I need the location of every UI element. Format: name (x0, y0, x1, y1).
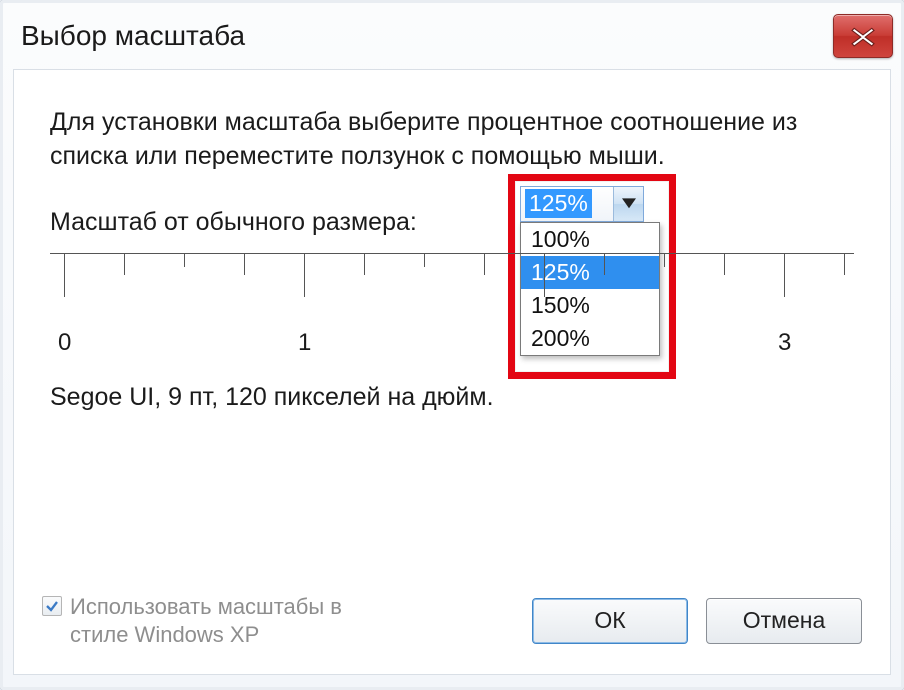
checkmark-icon (45, 599, 59, 613)
ruler-tick-minor (184, 253, 185, 267)
ruler-tick (784, 253, 785, 297)
ruler-tick-minor (244, 253, 245, 275)
button-bar: Использовать масштабы в стиле Windows XP… (42, 593, 862, 648)
combo-selected-value: 125% (525, 189, 592, 218)
ruler-tick-minor (424, 253, 425, 267)
scale-ruler[interactable]: 0 1 3 (50, 243, 854, 373)
ruler-tick-minor (664, 253, 665, 267)
close-icon (849, 25, 877, 47)
ruler-tick (544, 253, 545, 297)
cancel-button[interactable]: Отмена (706, 598, 862, 644)
instruction-text: Для установки масштаба выберите процентн… (50, 106, 854, 174)
ruler-label-3: 3 (778, 329, 791, 357)
ruler-baseline (50, 253, 854, 254)
scale-row: Масштаб от обычного размера: 125% 100% 1… (50, 208, 854, 237)
ruler-tick-minor (124, 253, 125, 275)
ruler-tick-minor (604, 253, 605, 275)
content-panel: Для установки масштаба выберите процентн… (13, 69, 891, 675)
ruler-tick (304, 253, 305, 297)
ruler-label-0: 0 (58, 329, 71, 357)
close-button[interactable] (833, 14, 893, 58)
dialog-window: Выбор масштаба Для установки масштаба вы… (0, 0, 904, 690)
ok-button[interactable]: ОК (532, 598, 688, 644)
scale-combo-area: 125% 100% 125% 150% 200% (520, 186, 644, 222)
xp-scale-option[interactable]: Использовать масштабы в стиле Windows XP (42, 593, 402, 648)
ruler-tick (64, 253, 65, 297)
xp-scale-label: Использовать масштабы в стиле Windows XP (70, 593, 402, 648)
scale-combobox[interactable]: 125% (520, 186, 644, 222)
ruler-label-1: 1 (298, 329, 311, 357)
titlebar: Выбор масштаба (3, 3, 901, 69)
ruler-tick-minor (844, 253, 845, 275)
scale-label: Масштаб от обычного размера: (50, 208, 417, 237)
ruler-tick-minor (484, 253, 485, 275)
chevron-down-icon (622, 198, 636, 210)
window-title: Выбор масштаба (21, 20, 833, 52)
ruler-tick-minor (364, 253, 365, 275)
dpi-readout: Segoe UI, 9 пт, 120 пикселей на дюйм. (50, 383, 854, 412)
ruler-tick-minor (724, 253, 725, 275)
combo-dropdown-button[interactable] (613, 187, 643, 221)
xp-scale-checkbox[interactable] (42, 596, 62, 616)
